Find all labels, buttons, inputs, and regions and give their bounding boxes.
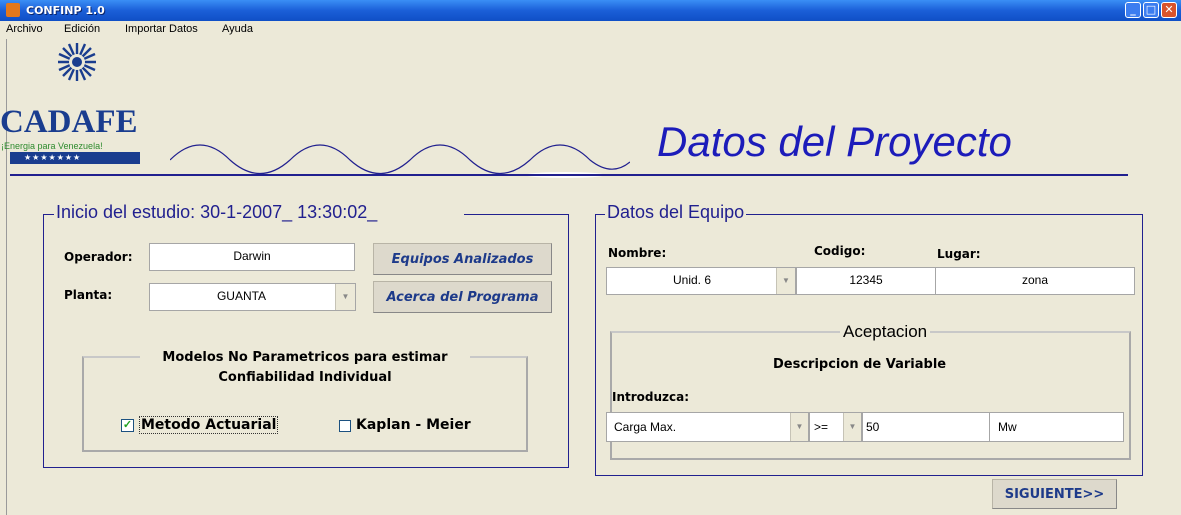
page-heading: Datos del Proyecto	[657, 118, 1012, 165]
variable-select-value: Carga Max.	[614, 420, 677, 434]
siguiente-button[interactable]: SIGUIENTE>>	[992, 479, 1117, 509]
logo-slogan: ¡Energia para Venezuela!	[1, 141, 103, 151]
lugar-label: Lugar:	[937, 247, 981, 261]
menu-archivo[interactable]: Archivo	[6, 23, 43, 35]
app-icon	[6, 3, 20, 17]
descripcion-variable-label: Descripcion de Variable	[773, 357, 947, 372]
models-group-title: Modelos No Parametricos para estimar Con…	[140, 348, 470, 388]
kaplan-option-label[interactable]: Kaplan - Meier	[356, 417, 471, 433]
menu-edicion[interactable]: Edición	[64, 23, 100, 35]
unit-input[interactable]: Mw	[989, 412, 1124, 442]
operator-label: Operador:	[64, 250, 133, 264]
menu-ayuda[interactable]: Ayuda	[222, 23, 253, 35]
equipment-panel-title: Datos del Equipo	[605, 202, 747, 223]
plant-dropdown-arrow-icon[interactable]: ▼	[335, 284, 355, 310]
study-title-text: Inicio del estudio: 30-1-2007_ 13:30:02_	[56, 202, 378, 222]
operator-input[interactable]: Darwin	[149, 243, 355, 271]
models-title-line2: Confiabilidad Individual	[218, 370, 392, 385]
menu-bar: Archivo Edición Importar Datos Ayuda	[0, 21, 1181, 39]
close-button[interactable]: ✕	[1161, 2, 1177, 18]
codigo-input[interactable]: 12345	[796, 267, 936, 295]
variable-select[interactable]: Carga Max.	[606, 412, 809, 442]
operator-select-value: >=	[814, 420, 829, 434]
sun-logo-icon	[58, 43, 96, 81]
study-panel-title: Inicio del estudio: 30-1-2007_ 13:30:02_	[54, 202, 464, 223]
actuarial-option-label[interactable]: Metodo Actuarial	[139, 416, 279, 434]
variable-dropdown-arrow-icon[interactable]: ▼	[790, 413, 808, 441]
wave-decoration	[170, 144, 630, 178]
maximize-button[interactable]: □	[1143, 2, 1159, 18]
header-divider	[10, 174, 1128, 176]
title-bar: CONFINP 1.0 _ □ ✕	[0, 0, 1181, 21]
lugar-input[interactable]: zona	[935, 267, 1135, 295]
acerca-del-programa-button[interactable]: Acerca del Programa	[373, 281, 552, 313]
nombre-label: Nombre:	[608, 246, 667, 260]
kaplan-checkbox[interactable]	[339, 420, 351, 432]
logo-wordmark: CADAFE	[0, 104, 138, 140]
equipos-analizados-button[interactable]: Equipos Analizados	[373, 243, 552, 275]
logo-stars: ★★★★★★★	[10, 152, 140, 164]
plant-select-value: GUANTA	[216, 289, 267, 303]
operator-dropdown-arrow-icon[interactable]: ▼	[843, 413, 861, 441]
codigo-label: Codigo:	[814, 244, 866, 258]
nombre-select-value: Unid. 6	[672, 273, 712, 287]
menu-importar-datos[interactable]: Importar Datos	[125, 23, 198, 35]
window-title: CONFINP 1.0	[26, 4, 105, 17]
introduzca-label: Introduzca:	[612, 390, 690, 404]
nombre-select[interactable]: Unid. 6	[606, 267, 796, 295]
nombre-dropdown-arrow-icon[interactable]: ▼	[776, 268, 795, 294]
models-title-line1: Modelos No Parametricos para estimar	[162, 350, 448, 365]
minimize-button[interactable]: _	[1125, 2, 1141, 18]
actuarial-checkbox[interactable]: ✓	[121, 419, 134, 432]
aceptacion-title: Aceptacion	[840, 322, 931, 342]
plant-label: Planta:	[64, 288, 113, 302]
plant-select[interactable]: GUANTA	[149, 283, 356, 311]
threshold-input[interactable]: 50	[862, 412, 990, 442]
